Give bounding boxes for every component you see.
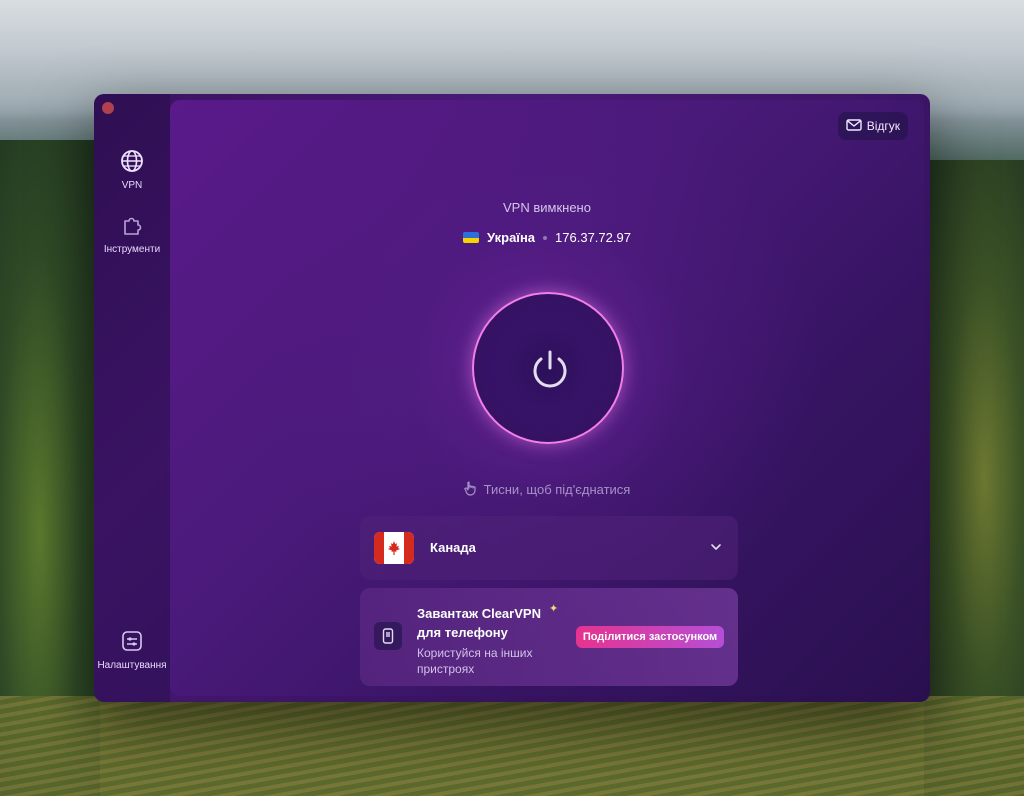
envelope-icon [845,118,862,134]
power-icon [533,350,567,388]
sidebar-item-tools[interactable]: Інструменти [94,212,170,255]
desktop-wallpaper-field [0,696,1024,796]
sidebar-item-vpn[interactable]: VPN [94,148,170,191]
feedback-label: Відгук [866,119,900,133]
app-window: VPN Інструменти Налаштування Відгук VPN … [94,94,930,702]
puzzle-icon [119,212,145,238]
location-selector[interactable]: Канада [360,516,738,580]
current-country: Україна [487,230,536,245]
sidebar-item-settings[interactable]: Налаштування [94,628,170,671]
current-ip: 176.37.72.97 [555,230,631,245]
canada-flag-icon [374,532,414,564]
main-panel: Відгук VPN вимкнено Україна 176.37.72.97… [170,100,924,696]
ukraine-flag-icon [463,232,480,243]
power-button[interactable] [472,292,624,444]
promo-title: Завантаж ClearVPN для телефону [417,606,541,640]
phone-icon [374,622,402,650]
sidebar: VPN Інструменти Налаштування [94,94,170,702]
selected-country: Канада [430,540,476,555]
sidebar-item-label: Інструменти [103,244,161,255]
sidebar-item-label: VPN [121,180,143,191]
hand-pointer-icon [463,480,478,499]
globe-icon [119,148,145,174]
hint-text: Тисни, щоб під'єднатися [483,482,631,497]
settings-icon [119,628,145,654]
feedback-button[interactable]: Відгук [837,112,908,140]
current-location: Україна 176.37.72.97 [170,230,924,245]
mobile-promo-card: Завантаж ClearVPN для телефону ✦ Користу… [360,588,738,686]
connect-hint: Тисни, щоб під'єднатися [170,480,924,499]
promo-subtitle: Користуйся на інших пристроях [417,646,533,676]
sparkle-icon: ✦ [549,603,559,615]
chevron-down-icon [710,540,722,558]
separator-dot [543,235,548,240]
share-app-button[interactable]: Поділитися застосунком [576,626,724,648]
vpn-status-text: VPN вимкнено [503,200,591,215]
sidebar-item-label: Налаштування [97,660,167,671]
